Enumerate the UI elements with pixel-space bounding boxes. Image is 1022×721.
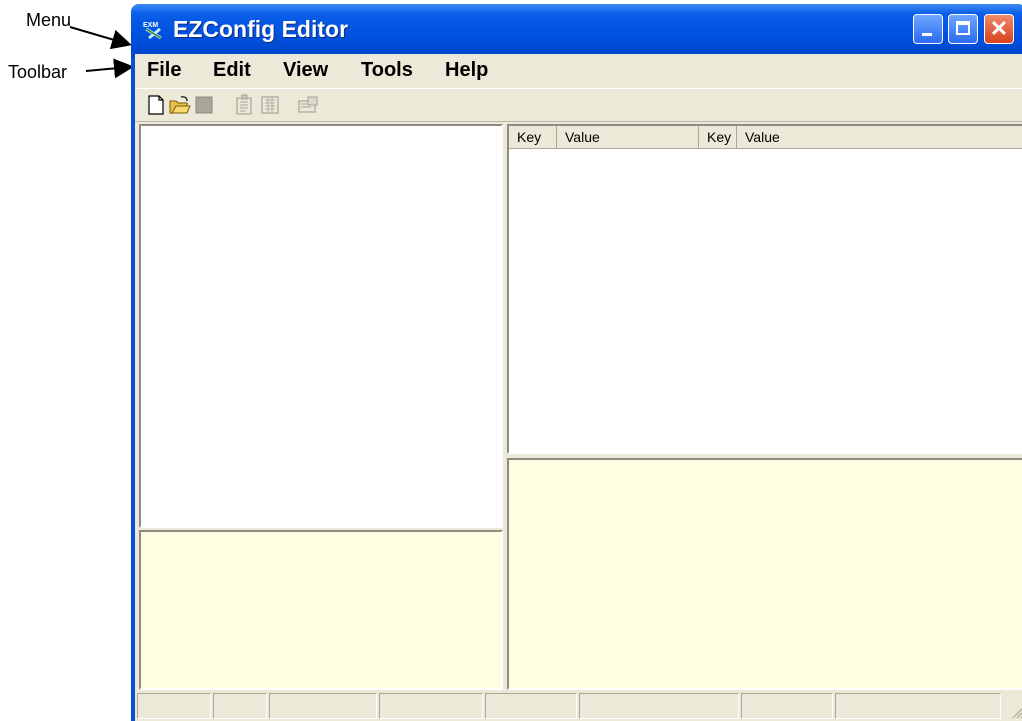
left-info-panel [139,530,503,690]
close-button[interactable]: ✕ [984,14,1014,44]
column-header-value-2[interactable]: Value [737,126,1022,148]
maximize-icon [956,21,970,35]
column-header-key[interactable]: Key [509,126,557,148]
status-cell [579,693,739,719]
menu-help[interactable]: Help [441,57,492,84]
status-cell [835,693,1001,719]
close-icon: ✕ [989,16,1009,41]
new-icon[interactable] [145,94,167,116]
title-bar[interactable]: EXM EZConfig Editor ✕ [131,4,1022,58]
tree-view-panel[interactable] [139,124,503,528]
right-info-panel [507,458,1022,690]
status-cell [269,693,377,719]
window-title: EZConfig Editor [173,16,349,42]
svg-text:EXM: EXM [143,22,158,29]
menu-file[interactable]: File [143,57,185,84]
app-icon: EXM [143,22,162,40]
status-cell [379,693,483,719]
app-window: EXM EZConfig Editor ✕ File Edit View Too… [131,4,1022,721]
save-icon[interactable] [193,94,215,116]
column-header-value[interactable]: Value [557,126,699,148]
maximize-button[interactable] [948,14,978,44]
status-cell [213,693,267,719]
status-bar [135,690,1022,721]
menu-arrow [69,26,132,50]
minimize-button[interactable] [913,14,943,44]
menu-edit[interactable]: Edit [209,57,255,84]
client-area: File Edit View Tools Help Key Value Key … [135,54,1022,721]
build-icon[interactable] [259,94,281,116]
menu-view[interactable]: View [279,57,332,84]
column-header-key-2[interactable]: Key [699,126,737,148]
properties-icon[interactable] [233,94,255,116]
status-cell [741,693,833,719]
annotation-arrows [69,26,134,79]
status-cell [485,693,577,719]
settings-icon[interactable] [297,94,319,116]
status-cell [137,693,211,719]
resize-grip-icon[interactable] [1010,705,1022,719]
key-value-list[interactable]: Key Value Key Value [507,124,1022,454]
toolbar [135,88,1022,122]
open-icon[interactable] [169,94,191,116]
menu-bar: File Edit View Tools Help [135,54,1022,86]
toolbar-arrow [85,58,134,79]
minimize-icon [922,33,932,36]
menu-tools[interactable]: Tools [357,57,417,84]
